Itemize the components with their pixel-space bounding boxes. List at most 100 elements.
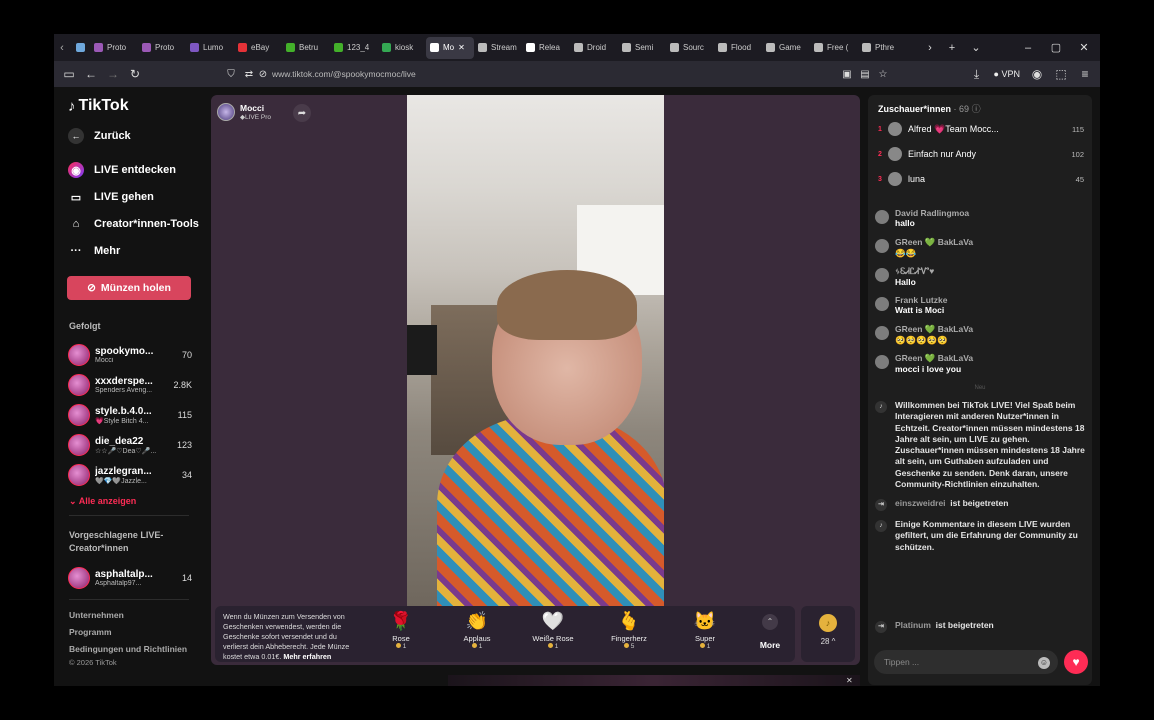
- back-arrow-icon[interactable]: ←: [80, 63, 102, 85]
- top-viewer[interactable]: 3 luna 45: [878, 170, 1084, 188]
- browser-tab[interactable]: Lumo: [186, 37, 234, 59]
- gift-super[interactable]: 🐱 Super 1: [673, 610, 737, 650]
- followed-account[interactable]: xxxderspe... Spenders Aveng... 2.8K: [68, 373, 192, 397]
- account-icon[interactable]: ◉: [1026, 63, 1048, 85]
- followed-account[interactable]: die_dea22 ☆☆🎤♡Dea♡🎤... 123: [68, 433, 192, 457]
- bookmark-star-icon[interactable]: ☆: [872, 63, 894, 85]
- maximize-button[interactable]: ▢: [1042, 34, 1070, 61]
- account-subtitle: ☆☆🎤♡Dea♡🎤...: [95, 447, 157, 455]
- top-viewer[interactable]: 1 Alfred 💗Team Mocc... 115: [878, 120, 1084, 138]
- chat-message: GReen 💚 BakLaVa 🥺🥺🥺🥺🥺: [875, 324, 1087, 346]
- browser-tab[interactable]: Mo ✕: [426, 36, 474, 59]
- gift-fingerherz[interactable]: 🫰 Fingerherz 5: [597, 610, 661, 650]
- browser-tab[interactable]: eBay: [234, 37, 282, 59]
- extensions-icon[interactable]: ⬚: [1050, 63, 1072, 85]
- reload-icon[interactable]: ↻: [124, 63, 146, 85]
- close-window-button[interactable]: ✕: [1070, 34, 1098, 61]
- avatar[interactable]: [875, 239, 889, 253]
- account-name: jazzlegran...: [95, 465, 152, 477]
- avatar: [888, 122, 902, 136]
- browser-tab[interactable]: Free (: [810, 37, 858, 59]
- browser-tab[interactable]: Game: [762, 37, 810, 59]
- avatar[interactable]: [875, 326, 889, 340]
- sidebar-toggle-icon[interactable]: ▭: [58, 63, 80, 85]
- tab-list-icon[interactable]: ⌄: [962, 34, 990, 61]
- message-user[interactable]: David Radlingmoa: [895, 208, 969, 218]
- back-button[interactable]: ← Zurück: [68, 128, 131, 144]
- menu-icon[interactable]: ≡: [1074, 63, 1096, 85]
- browser-tab[interactable]: 123_4: [330, 37, 378, 59]
- viewer-count: 115: [177, 410, 192, 420]
- viewers-header[interactable]: Zuschauer*innen · 69 ⓘ: [878, 102, 981, 115]
- gift-price-value: 1: [554, 643, 559, 650]
- close-icon[interactable]: ✕: [846, 676, 853, 685]
- navigation-bar: ▭ ← → ↻ ⛉ ⇄ ⊘ www.tiktok.com/@spookymocm…: [54, 61, 1100, 87]
- browser-tab[interactable]: [70, 37, 90, 59]
- coin-icon: ⊘: [87, 282, 96, 294]
- gift-applaus[interactable]: 👏 Applaus 1: [445, 610, 509, 650]
- menu-live-entdecken[interactable]: ◉ LIVE entdecken: [68, 162, 176, 178]
- host-info[interactable]: Mocci ◆LIVE Pro: [217, 101, 271, 123]
- avatar[interactable]: [875, 268, 889, 282]
- menu-live-gehen[interactable]: ▭ LIVE gehen: [68, 189, 154, 205]
- tab-label: Mo: [443, 43, 455, 52]
- browser-tab[interactable]: Droid: [570, 37, 618, 59]
- top-viewer[interactable]: 2 Einfach nur Andy 102: [878, 145, 1084, 163]
- forward-arrow-icon[interactable]: →: [102, 63, 124, 85]
- get-coins-button[interactable]: ⊘ Münzen holen: [67, 276, 191, 300]
- emoji-icon[interactable]: ☺: [1038, 657, 1050, 669]
- avatar[interactable]: [875, 210, 889, 224]
- tiktok-logo[interactable]: ♪ TikTok: [68, 97, 129, 115]
- rank-number: 1: [878, 125, 882, 133]
- download-icon[interactable]: ⤓: [966, 63, 988, 85]
- share-icon[interactable]: ➦: [293, 104, 311, 122]
- chat-message: GReen 💚 BakLaVa 😂😂: [875, 237, 1087, 259]
- gift-weisse-rose[interactable]: 🤍 Weiße Rose 1: [521, 610, 585, 650]
- followed-account[interactable]: style.b.4.0... 💗Style Bitch 4... 115: [68, 403, 192, 427]
- live-video[interactable]: [407, 95, 664, 606]
- show-all-link[interactable]: ⌄ Alle anzeigen: [69, 496, 136, 507]
- tab-label: Betru: [299, 43, 319, 52]
- browser-tab[interactable]: kiosk: [378, 37, 426, 59]
- followed-account[interactable]: jazzlegran... 🩶💎🩶Jazzle... 34: [68, 463, 192, 487]
- gift-info-link[interactable]: Mehr erfahren: [283, 652, 331, 661]
- chat-input[interactable]: Tippen ...: [874, 650, 1058, 674]
- browser-tab[interactable]: Betru: [282, 37, 330, 59]
- more-gifts-button[interactable]: ⌃ More: [755, 614, 785, 650]
- gift-price: 5: [597, 643, 661, 650]
- menu-mehr[interactable]: ··· Mehr: [68, 243, 121, 259]
- footer-link-terms[interactable]: Bedingungen und Richtlinien: [69, 644, 187, 654]
- menu-creator-tools[interactable]: ⌂ Creator*innen-Tools: [68, 216, 199, 232]
- tab-scroll-left-icon[interactable]: ‹: [54, 42, 70, 54]
- avatar[interactable]: [875, 297, 889, 311]
- suggested-account[interactable]: asphaltalp... Asphaltalp97... 14: [68, 566, 192, 590]
- browser-tab[interactable]: Relea: [522, 37, 570, 59]
- footer-link-company[interactable]: Unternehmen: [69, 610, 124, 620]
- footer-link-program[interactable]: Programm: [69, 627, 112, 637]
- message-user[interactable]: GReen 💚 BakLaVa: [895, 324, 973, 335]
- message-user[interactable]: Frank Lutzke: [895, 295, 947, 305]
- minimize-button[interactable]: –: [1014, 34, 1042, 61]
- tab-close-icon[interactable]: ✕: [458, 43, 465, 52]
- browser-tab[interactable]: Flood: [714, 37, 762, 59]
- join-user[interactable]: Platinum: [895, 620, 931, 630]
- join-user[interactable]: einszweidrei: [895, 498, 946, 508]
- browser-tab[interactable]: Sourc: [666, 37, 714, 59]
- message-user[interactable]: GReen 💚 BakLaVa: [895, 353, 973, 364]
- browser-tab[interactable]: Proto: [138, 37, 186, 59]
- message-user[interactable]: ᛃᏋᏗᏝᏗᏉ♥: [895, 266, 934, 277]
- url-field[interactable]: www.tiktok.com/@spookymocmoc/live: [272, 61, 416, 87]
- lock-icon[interactable]: ⊘: [252, 63, 274, 85]
- vpn-button[interactable]: ● VPN: [990, 69, 1024, 79]
- coin-balance-button[interactable]: ♪ 28 ^: [801, 606, 855, 662]
- browser-tab[interactable]: Pthre: [858, 37, 906, 59]
- browser-tab[interactable]: Stream: [474, 37, 522, 59]
- tab-label: Lumo: [203, 43, 224, 52]
- gift-rose[interactable]: 🌹 Rose 1: [369, 610, 433, 650]
- followed-account[interactable]: spookymo... Mocci 70: [68, 343, 192, 367]
- like-heart-button[interactable]: ♥: [1064, 650, 1088, 674]
- browser-tab[interactable]: Proto: [90, 37, 138, 59]
- avatar[interactable]: [875, 355, 889, 369]
- message-user[interactable]: GReen 💚 BakLaVa: [895, 237, 973, 248]
- browser-tab[interactable]: Semi: [618, 37, 666, 59]
